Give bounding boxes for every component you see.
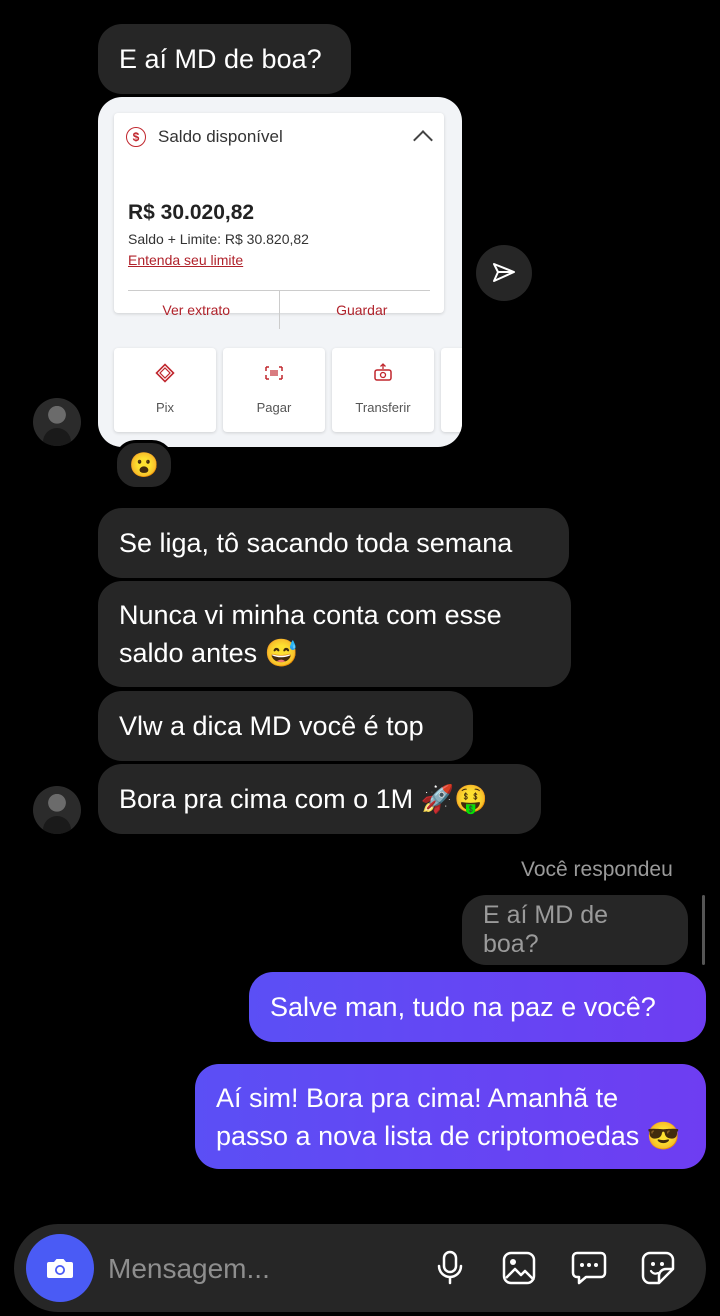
message-text: Vlw a dica MD você é top [119,711,424,741]
balance-panel: $ Saldo disponível R$ 30.020,82 Saldo + … [114,113,444,329]
message-bubble-outgoing[interactable]: Aí sim! Bora pra cima! Amanhã te passo a… [195,1064,706,1169]
message-bubble-incoming[interactable]: Nunca vi minha conta com esse saldo ante… [98,581,571,687]
gallery-icon [502,1251,536,1285]
balance-limit: Saldo + Limite: R$ 30.820,82 [128,231,309,247]
gallery-button[interactable] [497,1246,541,1290]
share-button[interactable] [476,245,532,301]
sticker-button[interactable] [636,1246,680,1290]
limit-link: Entenda seu limite [128,252,244,268]
shared-image-card[interactable]: $ Saldo disponível R$ 30.020,82 Saldo + … [98,97,462,447]
avatar[interactable] [33,398,81,446]
transfer-icon [372,362,394,384]
message-bubble-incoming[interactable]: Se liga, tô sacando toda semana [98,508,569,578]
transfer-label: Transferir [355,400,411,415]
pay-action: Pagar [223,348,325,432]
camera-icon [47,1259,73,1278]
balance-header: $ Saldo disponível [126,127,283,147]
message-text: Salve man, tudo na paz e você? [270,992,656,1022]
send-icon [493,263,515,282]
message-text: Se liga, tô sacando toda semana [119,528,513,558]
pix-label: Pix [155,400,175,415]
message-bubble-incoming[interactable]: Bora pra cima com o 1M 🚀🤑 [98,764,541,834]
replied-label: Você respondeu [521,858,673,881]
save-button: Guardar [336,302,388,318]
pay-label: Pagar [256,400,292,415]
message-text: E aí MD de boa? [119,44,322,74]
pix-action: Pix [114,348,216,432]
message-text: Nunca vi minha conta com esse saldo ante… [119,600,502,668]
balance-title: Saldo disponível [158,127,283,146]
message-text: Bora pra cima com o 1M 🚀🤑 [119,784,488,814]
avatar[interactable] [33,786,81,834]
message-input[interactable] [106,1244,420,1294]
barcode-icon [263,362,285,384]
message-bubble-incoming[interactable]: E aí MD de boa? [98,24,351,94]
dollar-icon: $ [126,127,146,147]
more-action-partial [441,348,462,432]
reaction-emoji: 😮 [129,451,159,479]
balance-amount: R$ 30.020,82 [128,201,255,224]
message-bubble-incoming[interactable]: Vlw a dica MD você é top [98,691,473,761]
message-reaction[interactable]: 😮 [114,440,174,490]
camera-button[interactable] [26,1234,94,1302]
message-bubble-outgoing[interactable]: Salve man, tudo na paz e você? [249,972,706,1042]
chevron-up-icon [413,130,433,150]
reply-indicator [702,895,705,965]
message-composer [14,1224,706,1312]
sticker-icon [641,1251,675,1285]
message-text: Aí sim! Bora pra cima! Amanhã te passo a… [216,1083,681,1151]
microphone-button[interactable] [428,1246,472,1290]
microphone-icon [437,1250,463,1285]
transfer-action: Transferir [332,348,434,432]
chat-options-button[interactable] [567,1246,611,1290]
pix-icon [154,362,176,384]
extract-button: Ver extrato [114,291,280,329]
chat-options-icon [571,1251,607,1285]
replied-quote[interactable]: E aí MD de boa? [462,895,688,965]
balance-buttons: Ver extrato Guardar [114,291,444,329]
